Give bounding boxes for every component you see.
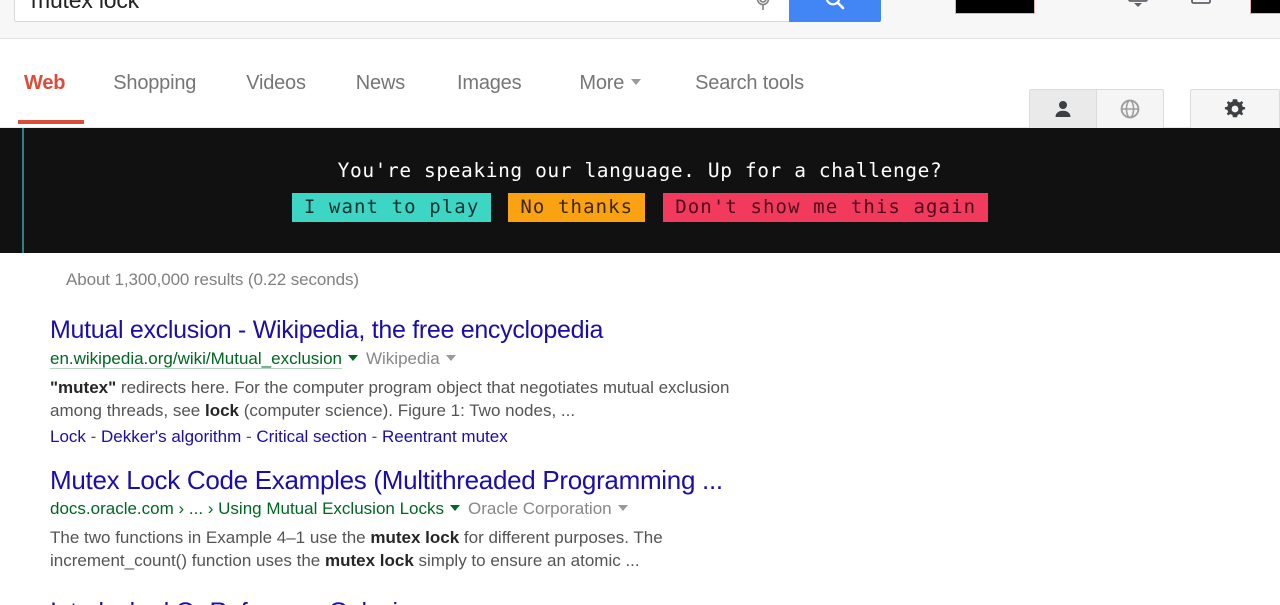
- result-source: Wikipedia: [365, 349, 440, 368]
- search-result-item: Interlocked Or Reference Galaxies: [50, 597, 810, 605]
- dont-show-me-this-again-button[interactable]: Don't show me this again: [663, 193, 989, 222]
- microphone-icon[interactable]: [753, 0, 773, 13]
- result-snippet: "mutex" redirects here. For the computer…: [50, 378, 730, 420]
- gear-icon: [1224, 99, 1246, 118]
- sitelink-separator: -: [241, 427, 257, 446]
- chevron-down-icon: [631, 78, 642, 85]
- sitelink-separator: -: [85, 427, 102, 446]
- result-stats: About 1,300,000 results (0.22 seconds): [66, 270, 359, 289]
- search-results-area: About 1,300,000 results (0.22 seconds) M…: [0, 253, 1280, 605]
- sitelink[interactable]: Critical section: [256, 427, 367, 446]
- no-thanks-button[interactable]: No thanks: [508, 193, 646, 222]
- browser-overlay-box-right: [1250, 0, 1280, 14]
- result-url[interactable]: docs.oracle.com › ... › Using Mutual Exc…: [50, 499, 444, 518]
- result-source-dropdown-icon[interactable]: [617, 505, 628, 511]
- sitelink-separator: -: [366, 427, 383, 446]
- cast-icon[interactable]: [1125, 0, 1151, 10]
- tab-web[interactable]: Web: [24, 72, 65, 95]
- result-source-dropdown-icon[interactable]: [445, 355, 456, 361]
- sitelink[interactable]: Dekker's algorithm: [101, 427, 241, 446]
- tab-videos[interactable]: Videos: [246, 72, 306, 95]
- result-snippet: The two functions in Example 4–1 use the…: [50, 528, 663, 570]
- tab-search-tools[interactable]: Search tools: [695, 72, 804, 95]
- result-title-link[interactable]: Mutex Lock Code Examples (Multithreaded …: [50, 465, 810, 495]
- browser-overlay-box-left: [955, 0, 1035, 14]
- result-url-line: docs.oracle.com › ... › Using Mutual Exc…: [50, 498, 810, 520]
- account-region-toggle: [1029, 89, 1164, 129]
- result-sitelinks: Lock - Dekker's algorithm - Critical sec…: [50, 426, 810, 448]
- search-input[interactable]: mutex lock: [14, 0, 790, 22]
- search-button[interactable]: [789, 0, 881, 22]
- tab-shopping[interactable]: Shopping: [113, 72, 196, 95]
- search-nav-right-controls: [1029, 89, 1280, 129]
- search-result-item: Mutual exclusion - Wikipedia, the free e…: [50, 315, 810, 448]
- menu-dots-icon[interactable]: [1060, 0, 1086, 4]
- result-url-dropdown-icon[interactable]: [449, 505, 460, 511]
- magnifier-icon: [825, 0, 845, 10]
- tab-images[interactable]: Images: [457, 72, 522, 95]
- sitelink[interactable]: Reentrant mutex: [382, 427, 508, 446]
- download-icon[interactable]: [1188, 0, 1214, 10]
- search-query-text: mutex lock: [31, 0, 139, 13]
- result-url-line: en.wikipedia.org/wiki/Mutual_exclusion Wi…: [50, 348, 810, 370]
- tab-news[interactable]: News: [356, 72, 405, 95]
- person-button[interactable]: [1030, 90, 1096, 128]
- search-result-item: Mutex Lock Code Examples (Multithreaded …: [50, 465, 810, 572]
- i-want-to-play-button[interactable]: I want to play: [291, 193, 492, 222]
- result-url-dropdown-icon[interactable]: [347, 355, 358, 361]
- region-button[interactable]: [1096, 90, 1163, 128]
- result-source: Oracle Corporation: [467, 499, 612, 518]
- browser-search-strip: mutex lock: [0, 0, 1280, 39]
- foobar-challenge-banner: You're speaking our language. Up for a c…: [0, 128, 1280, 253]
- settings-button[interactable]: [1190, 89, 1280, 129]
- result-url[interactable]: en.wikipedia.org/wiki/Mutual_exclusion: [50, 349, 342, 369]
- result-title-link[interactable]: Interlocked Or Reference Galaxies: [50, 597, 810, 605]
- tab-more[interactable]: More: [579, 71, 642, 95]
- foobar-action-buttons: I want to play No thanks Don't show me t…: [291, 193, 989, 222]
- globe-icon: [1120, 99, 1140, 119]
- person-icon: [1055, 101, 1071, 117]
- sitelink[interactable]: Lock: [50, 427, 86, 446]
- browser-toolbar-icons: [940, 0, 1280, 22]
- result-title-link[interactable]: Mutual exclusion - Wikipedia, the free e…: [50, 315, 810, 345]
- foobar-prompt-text: You're speaking our language. Up for a c…: [337, 159, 943, 182]
- tab-more-label: More: [579, 71, 625, 94]
- search-nav-bar: Web Shopping Videos News Images More Sea…: [0, 39, 1280, 129]
- search-vertical-tabs: Web Shopping Videos News Images More Sea…: [0, 39, 804, 127]
- active-tab-indicator: [18, 120, 84, 124]
